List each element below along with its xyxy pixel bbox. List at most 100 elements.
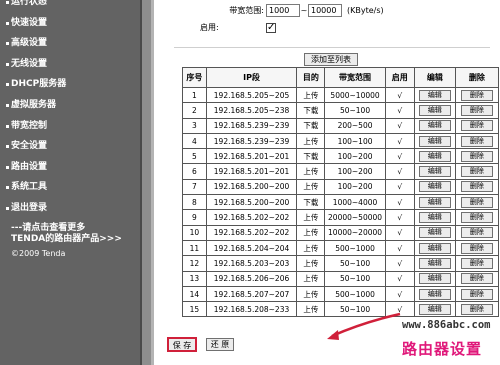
edit-button[interactable]: 编辑 [418,181,451,193]
cell-bw: 10000~20000 [324,224,386,241]
edit-button[interactable]: 编辑 [418,166,451,178]
cell-edit: 编辑 [413,178,456,196]
cell-enabled: √ [384,163,415,180]
cell-no: 2 [182,102,207,119]
delete-button[interactable]: 删除 [460,288,493,300]
delete-button[interactable]: 删除 [460,212,493,224]
edit-button[interactable]: 编辑 [418,273,451,285]
column-header: 编辑 [413,67,456,88]
edit-button[interactable]: 编辑 [418,288,451,300]
cell-delete: 删除 [454,163,500,180]
cell-no: 3 [182,117,207,134]
edit-button[interactable]: 编辑 [418,196,451,208]
cell-no: 4 [182,132,207,150]
table-row: 13 192.168.5.206~206 上传 50~100 √ 编辑 删除 [182,270,500,287]
cell-enabled: √ [384,285,415,303]
cell-edit: 编辑 [413,255,456,272]
cell-dir: 上传 [296,255,326,272]
sidebar-item[interactable]: 运行状态 [4,0,134,13]
table-row: 2 192.168.5.205~238 下载 50~100 √ 编辑 删除 [182,102,500,119]
column-header: 序号 [182,67,207,88]
delete-button[interactable]: 删除 [460,227,493,239]
cell-delete: 删除 [454,148,500,165]
bandwidth-max-input[interactable] [308,4,342,17]
sidebar-divider [140,0,154,365]
cell-delete: 删除 [454,194,500,211]
table-row: 4 192.168.5.239~239 上传 100~100 √ 编辑 删除 [182,132,500,150]
edit-button[interactable]: 编辑 [418,227,451,239]
column-header: 启用 [384,67,415,88]
cell-dir: 上传 [296,239,326,257]
bandwidth-row: 带宽范围: ~ (KByte/s) [174,4,384,17]
sidebar-item[interactable]: 虚拟服务器 [4,95,134,116]
bullet-icon [6,103,9,107]
cell-enabled: √ [384,209,415,226]
enable-label: 启用: [200,23,219,32]
sidebar-item[interactable]: 退出登录 [4,198,134,219]
cell-dir: 上传 [296,132,326,150]
sidebar-item-label: 系统工具 [11,182,48,193]
delete-button[interactable]: 删除 [460,303,493,315]
reset-button[interactable]: 还 原 [206,338,234,351]
edit-button[interactable]: 编辑 [418,257,451,269]
sidebar-item[interactable]: 系统工具 [4,177,134,198]
cell-ip: 192.168.5.200~200 [205,194,298,211]
main-content: 带宽范围: ~ (KByte/s) 启用: ✓ 添加至列表 序号IP段目的带宽范… [154,0,500,365]
cell-delete: 删除 [454,255,500,272]
sidebar-item[interactable]: 无线设置 [4,54,134,75]
edit-button[interactable]: 编辑 [418,150,451,162]
more-products-link[interactable]: ---请点击查看更多 TENDA的路由器产品>>> [4,223,134,245]
cell-ip: 192.168.5.201~201 [205,148,298,165]
delete-button[interactable]: 删除 [460,135,493,147]
copyright-text: ©2009 Tenda [11,248,66,258]
cell-delete: 删除 [454,224,500,241]
cell-edit: 编辑 [413,163,456,180]
edit-button[interactable]: 编辑 [418,303,451,315]
sidebar-item[interactable]: 高级设置 [4,33,134,54]
enable-row: 启用: ✓ [174,22,276,33]
sidebar-item[interactable]: DHCP服务器 [4,74,134,95]
save-button[interactable]: 保 存 [167,337,197,352]
delete-button[interactable]: 删除 [460,104,493,116]
cell-bw: 50~100 [324,270,386,287]
delete-button[interactable]: 删除 [460,273,493,285]
delete-button[interactable]: 删除 [460,257,493,269]
cell-no: 14 [182,285,207,303]
delete-button[interactable]: 删除 [460,196,493,208]
sidebar-item-label: 虚拟服务器 [11,99,57,110]
edit-button[interactable]: 编辑 [418,104,451,116]
table-row: 7 192.168.5.200~200 上传 100~200 √ 编辑 删除 [182,178,500,196]
delete-button[interactable]: 删除 [460,120,493,132]
sidebar-item[interactable]: 带宽控制 [4,116,134,137]
cell-edit: 编辑 [413,102,456,119]
cell-delete: 删除 [454,301,500,318]
bandwidth-min-input[interactable] [266,4,300,17]
edit-button[interactable]: 编辑 [418,242,451,254]
sidebar-item-label: 高级设置 [11,38,48,49]
cell-dir: 上传 [296,209,326,226]
delete-button[interactable]: 删除 [460,181,493,193]
more-products-line1: ---请点击查看更多 [11,222,86,233]
edit-button[interactable]: 编辑 [418,135,451,147]
delete-button[interactable]: 删除 [460,242,493,254]
cell-enabled: √ [384,86,415,104]
bullet-icon [6,42,9,46]
cell-enabled: √ [384,239,415,257]
edit-button[interactable]: 编辑 [418,89,451,101]
column-header: 目的 [296,67,326,88]
add-to-list-button[interactable]: 添加至列表 [304,53,358,66]
sidebar-item-label: 快速设置 [11,17,48,28]
delete-button[interactable]: 删除 [460,150,493,162]
sidebar-item[interactable]: 路由设置 [4,157,134,178]
edit-button[interactable]: 编辑 [418,120,451,132]
cell-dir: 上传 [296,86,326,104]
column-header: 删除 [454,67,500,88]
edit-button[interactable]: 编辑 [418,212,451,224]
sidebar-item[interactable]: 快速设置 [4,13,134,34]
sidebar-menu: 运行状态快速设置高级设置无线设置 DHCP服务器虚拟服务器带宽控制 安全设置 路由设置… [4,0,134,258]
delete-button[interactable]: 删除 [460,89,493,101]
delete-button[interactable]: 删除 [460,166,493,178]
enable-checkbox[interactable]: ✓ [266,22,276,33]
cell-bw: 100~200 [324,163,386,180]
sidebar-item[interactable]: 安全设置 [4,136,134,157]
